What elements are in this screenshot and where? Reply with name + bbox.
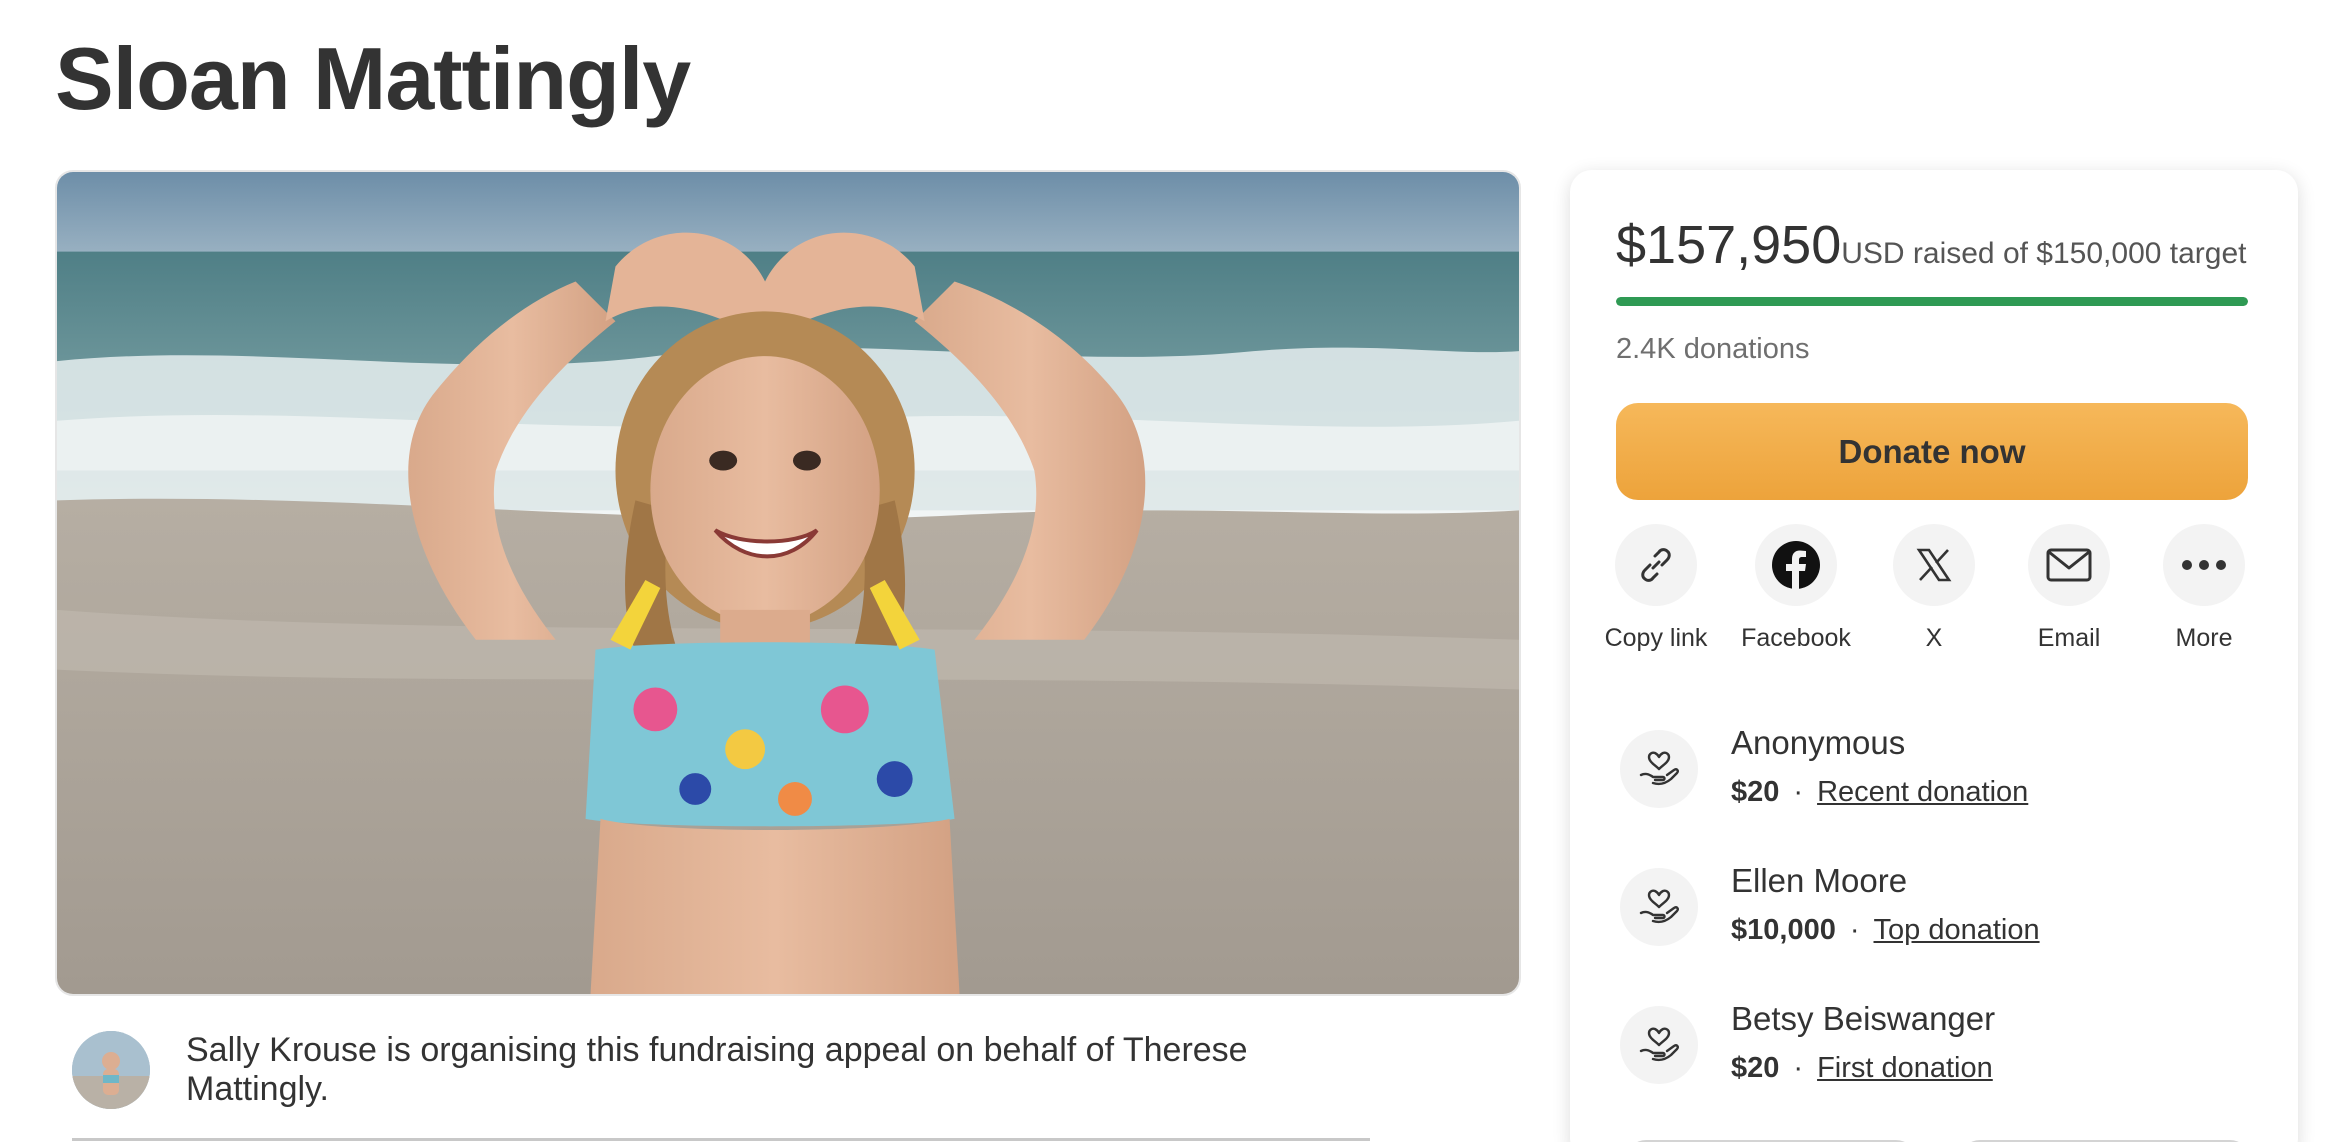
heart-hand-icon <box>1620 868 1698 946</box>
hero-photo[interactable] <box>55 170 1521 996</box>
donation-item: Anonymous $20 · Recent donation <box>1620 724 2260 830</box>
donate-now-button[interactable]: Donate now <box>1616 403 2248 500</box>
donation-tag-link[interactable]: First donation <box>1817 1052 1993 1084</box>
share-facebook[interactable]: Facebook <box>1726 524 1866 654</box>
donation-item: Ellen Moore $10,000 · Top donation <box>1620 862 2260 968</box>
share-email[interactable]: Email <box>1999 524 2139 654</box>
organiser-avatar[interactable] <box>72 1031 150 1109</box>
donation-item: Betsy Beiswanger $20 · First donation <box>1620 1000 2260 1106</box>
share-more[interactable]: More <box>2134 524 2274 654</box>
share-label: More <box>2175 624 2233 652</box>
facebook-icon <box>1755 524 1837 606</box>
separator-dot: · <box>1793 776 1804 808</box>
donation-meta: $20 · First donation <box>1731 1052 1993 1085</box>
share-options: Copy link Facebook X Email More <box>1605 524 2256 694</box>
share-label: Facebook <box>1741 624 1851 652</box>
donation-amount: $20 <box>1731 1052 1780 1084</box>
amount-raised-target: USD raised of $150,000 target <box>1841 237 2247 270</box>
separator-dot: · <box>1793 1052 1804 1084</box>
divider <box>72 1138 1370 1141</box>
donor-name: Anonymous <box>1731 724 1906 761</box>
organiser-row: Sally Krouse is organising this fundrais… <box>72 1030 1372 1110</box>
share-label: Copy link <box>1604 624 1708 652</box>
beach-photo <box>57 172 1519 994</box>
share-label: X <box>1925 624 1943 652</box>
email-icon <box>2028 524 2110 606</box>
progress-fill <box>1616 297 2248 306</box>
share-x[interactable]: X <box>1864 524 2004 654</box>
heart-hand-icon <box>1620 730 1698 808</box>
donor-name: Betsy Beiswanger <box>1731 1000 1996 1037</box>
amount-raised-value: $157,950 <box>1616 215 1842 275</box>
share-label: Email <box>2037 624 2101 652</box>
donation-amount: $20 <box>1731 776 1780 808</box>
x-icon <box>1893 524 1975 606</box>
heart-hand-icon <box>1620 1006 1698 1084</box>
separator-dot: · <box>1849 914 1860 946</box>
donation-meta: $10,000 · Top donation <box>1731 914 2040 947</box>
progress-bar <box>1616 297 2248 306</box>
share-copy-link[interactable]: Copy link <box>1586 524 1726 654</box>
link-icon <box>1615 524 1697 606</box>
donation-tag-link[interactable]: Recent donation <box>1817 776 2028 808</box>
amount-raised: $157,950USD raised of $150,000 target <box>1616 214 2246 276</box>
organiser-description: Sally Krouse is organising this fundrais… <box>186 1031 1248 1108</box>
donation-amount: $10,000 <box>1731 914 1836 946</box>
donation-meta: $20 · Recent donation <box>1731 776 2028 809</box>
donor-name: Ellen Moore <box>1731 862 1908 899</box>
donation-tag-link[interactable]: Top donation <box>1874 914 2040 946</box>
donation-sidebar: $157,950USD raised of $150,000 target 2.… <box>1570 170 2298 1142</box>
donations-count: 2.4K donations <box>1616 333 1810 365</box>
more-icon <box>2163 524 2245 606</box>
page-title: Sloan Mattingly <box>55 29 691 128</box>
